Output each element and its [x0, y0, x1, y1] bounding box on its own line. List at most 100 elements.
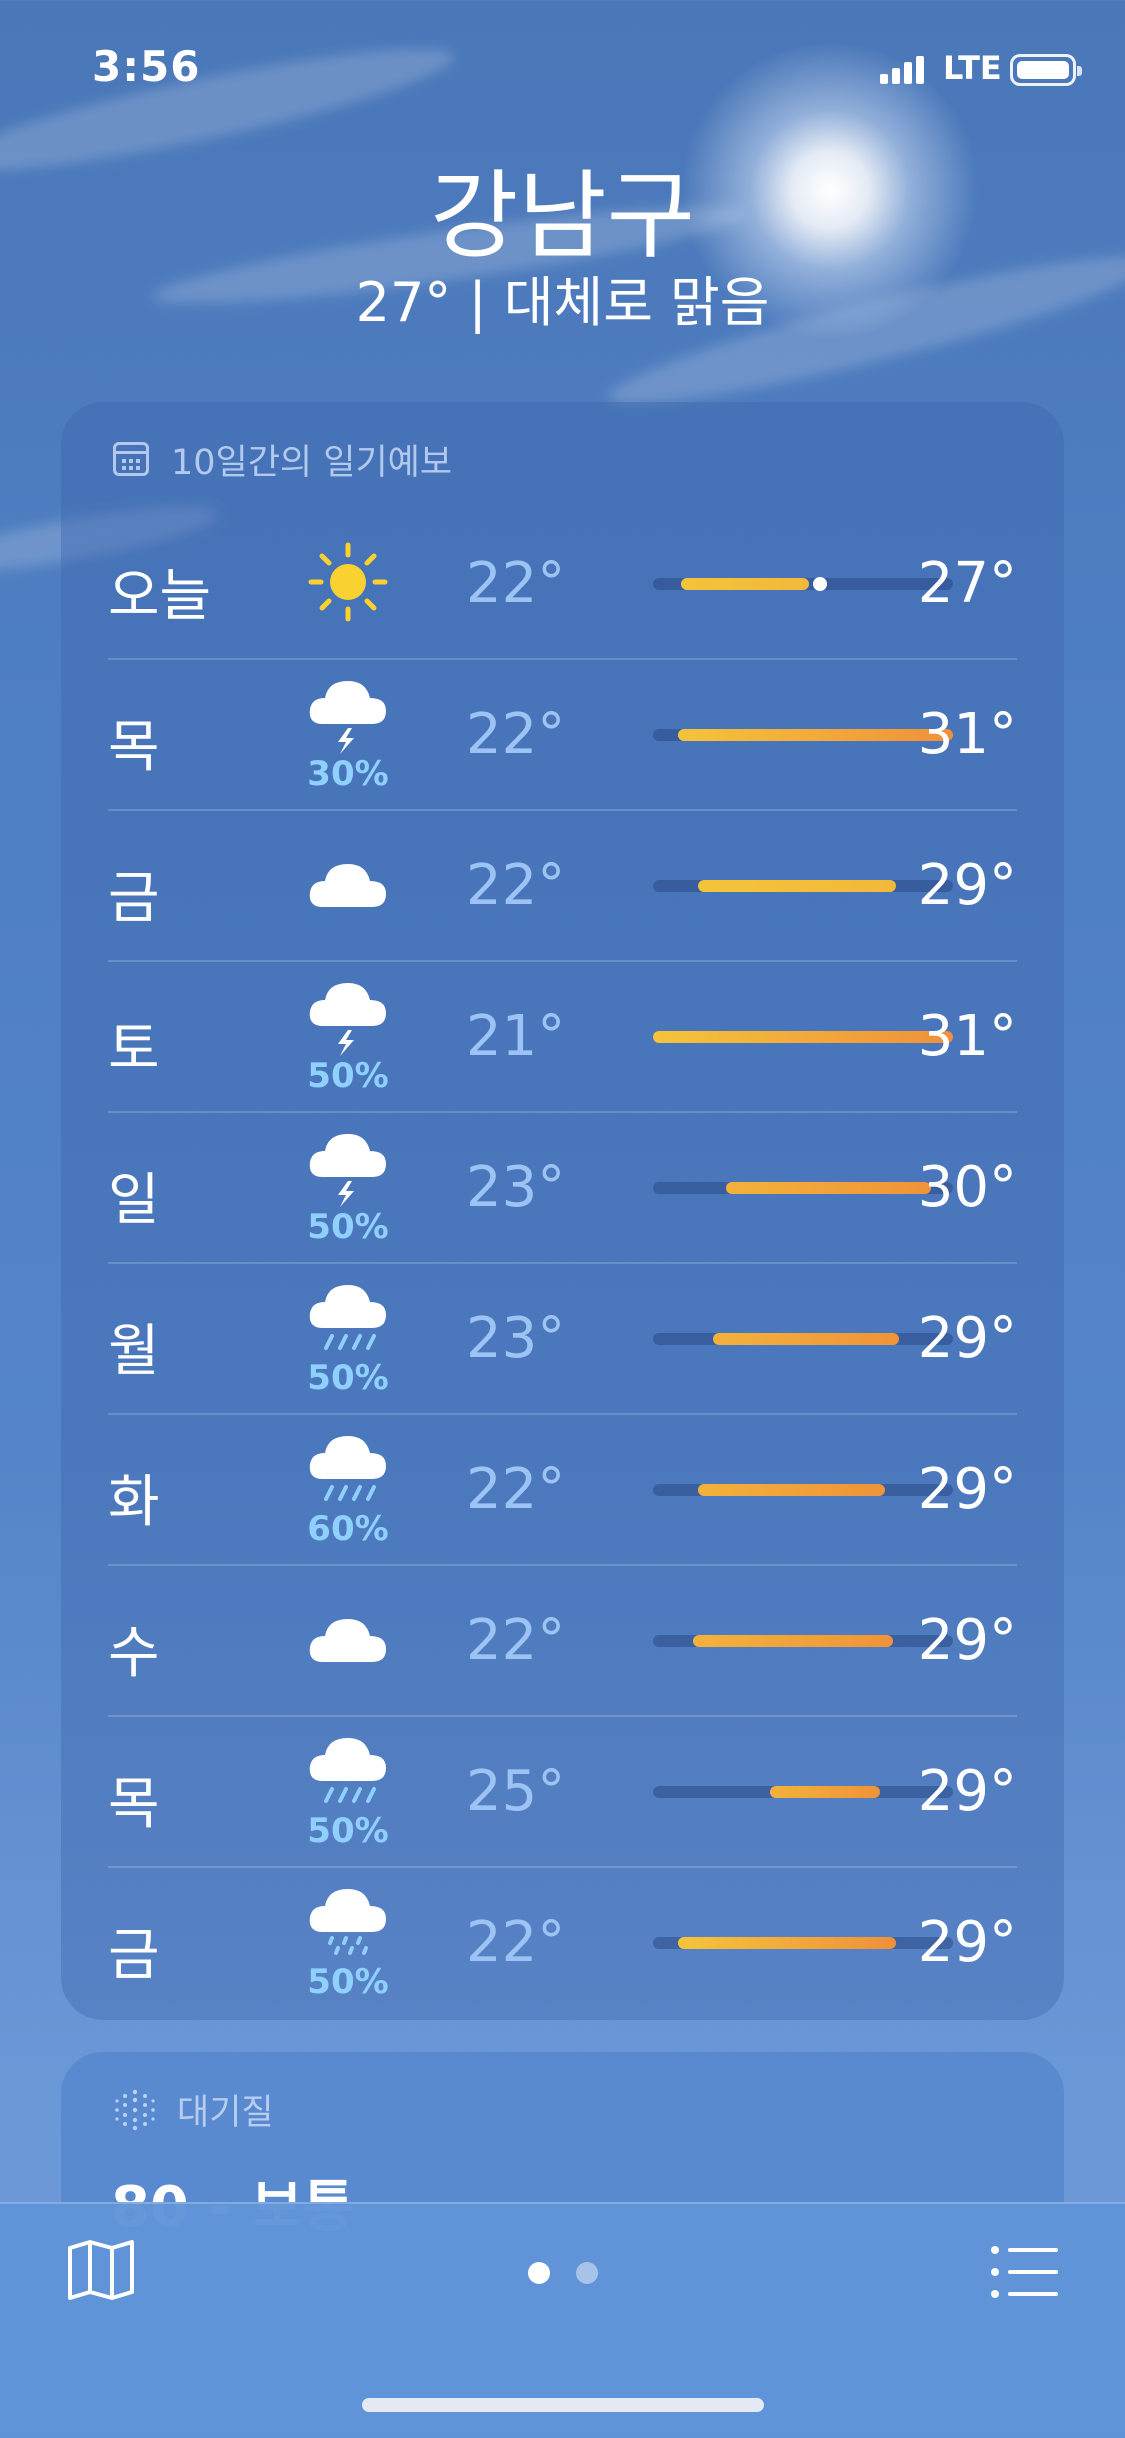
temp-range-bar [653, 577, 953, 591]
precip-chance: 50% [307, 1056, 389, 1096]
forecast-row[interactable]: 일 50% 23° 30° [108, 1111, 1017, 1262]
high-temp: 29° [917, 1457, 1017, 1522]
status-time: 3:56 [92, 42, 201, 91]
low-temp: 22° [466, 1910, 566, 1975]
temp-range-bar [653, 1635, 953, 1647]
forecast-card-header: 10일간의 일기예보 [113, 434, 452, 484]
row-divider [108, 1413, 1017, 1415]
row-divider [108, 1564, 1017, 1566]
forecast-day: 월 [108, 1319, 160, 1384]
row-divider [108, 1262, 1017, 1264]
temp-range-bar [653, 1484, 953, 1496]
forecast-day: 일 [108, 1168, 160, 1233]
temp-range-fill [713, 1333, 899, 1345]
low-temp: 22° [466, 853, 566, 918]
temp-range-bar [653, 880, 953, 892]
city-name: 강남구 [430, 160, 695, 272]
low-temp: 21° [466, 1004, 566, 1069]
precip-chance: 60% [307, 1509, 389, 1549]
forecast-day: 화 [108, 1470, 160, 1535]
cloud-icon [298, 829, 398, 939]
high-temp: 29° [917, 853, 1017, 918]
low-temp: 25° [466, 1759, 566, 1824]
forecast-row[interactable]: 금 22° 29° [108, 809, 1017, 960]
high-temp: 31° [917, 702, 1017, 767]
temp-range-fill [693, 1635, 893, 1647]
high-temp: 29° [917, 1306, 1017, 1371]
temp-range-bar [653, 729, 953, 741]
forecast-row[interactable]: 수 22° 29° [108, 1564, 1017, 1715]
forecast-row[interactable]: 목 50% 25° 29° [108, 1715, 1017, 1866]
high-temp: 29° [917, 1608, 1017, 1673]
page-dot-2[interactable] [575, 2262, 598, 2284]
forecast-row[interactable]: 금 50% 22° 29° [108, 1866, 1017, 2017]
ten-day-forecast-card[interactable]: 10일간의 일기예보 오늘 22° 27° 목 30% 22° 31° 금 22… [61, 402, 1064, 2020]
precip-chance: 50% [307, 1811, 389, 1851]
temp-range-fill [681, 578, 809, 590]
temp-range-bar [653, 1786, 953, 1798]
temp-range-fill [698, 880, 896, 892]
low-temp: 22° [466, 702, 566, 767]
battery-icon [1010, 54, 1082, 86]
temp-range-bar [653, 1937, 953, 1949]
forecast-row[interactable]: 화 60% 22° 29° [108, 1413, 1017, 1564]
row-divider [108, 809, 1017, 811]
temp-range-fill [678, 1937, 896, 1949]
list-icon[interactable] [990, 2244, 1060, 2300]
temp-range-fill [698, 1484, 885, 1496]
row-divider [108, 658, 1017, 660]
precip-chance: 50% [307, 1358, 389, 1398]
forecast-day: 목 [108, 715, 160, 780]
temp-range-bar [653, 1333, 953, 1345]
network-type: LTE [943, 49, 1002, 87]
current-summary: 27° | 대체로 맑음 [355, 271, 770, 334]
forecast-day: 금 [108, 866, 160, 931]
low-temp: 23° [466, 1306, 566, 1371]
cloud-icon [298, 1584, 398, 1694]
home-indicator[interactable] [362, 2398, 764, 2412]
calendar-icon [113, 442, 149, 476]
page-dot-1[interactable] [527, 2262, 550, 2284]
forecast-card-title: 10일간의 일기예보 [171, 442, 453, 483]
status-bar: 3:56 LTE [0, 0, 1125, 140]
high-temp: 30° [917, 1155, 1017, 1220]
current-temp-marker [813, 577, 827, 591]
temp-range-bar [653, 1182, 953, 1194]
temp-range-bar [653, 1031, 953, 1043]
forecast-row[interactable]: 오늘 22° 27° [108, 507, 1017, 658]
high-temp: 31° [917, 1004, 1017, 1069]
precip-chance: 50% [307, 1207, 389, 1247]
temp-range-fill [726, 1182, 931, 1194]
row-divider [108, 1111, 1017, 1113]
forecast-day: 오늘 [108, 564, 212, 629]
low-temp: 22° [466, 551, 566, 616]
air-quality-header: 대기질 [113, 2084, 274, 2135]
forecast-row[interactable]: 토 50% 21° 31° [108, 960, 1017, 1111]
air-quality-icon [115, 2089, 155, 2130]
forecast-day: 금 [108, 1923, 160, 1988]
row-divider [108, 1866, 1017, 1868]
air-quality-title: 대기질 [177, 2093, 274, 2133]
high-temp: 27° [917, 551, 1017, 616]
forecast-day: 토 [108, 1017, 160, 1082]
row-divider [108, 1715, 1017, 1717]
forecast-day: 수 [108, 1621, 160, 1686]
precip-chance: 30% [307, 754, 389, 794]
low-temp: 22° [466, 1457, 566, 1522]
bottom-toolbar [0, 2202, 1125, 2438]
high-temp: 29° [917, 1759, 1017, 1824]
cellular-signal-icon [880, 54, 924, 84]
low-temp: 23° [466, 1155, 566, 1220]
temp-range-fill [770, 1786, 880, 1798]
forecast-row[interactable]: 월 50% 23° 29° [108, 1262, 1017, 1413]
low-temp: 22° [466, 1608, 566, 1673]
forecast-day: 목 [108, 1772, 160, 1837]
temp-range-fill [653, 1031, 953, 1043]
forecast-row[interactable]: 목 30% 22° 31° [108, 658, 1017, 809]
sun-icon [298, 527, 398, 637]
row-divider [108, 960, 1017, 962]
high-temp: 29° [917, 1910, 1017, 1975]
precip-chance: 50% [307, 1962, 389, 2002]
temp-range-fill [678, 729, 953, 741]
page-indicator[interactable] [0, 2262, 1125, 2284]
